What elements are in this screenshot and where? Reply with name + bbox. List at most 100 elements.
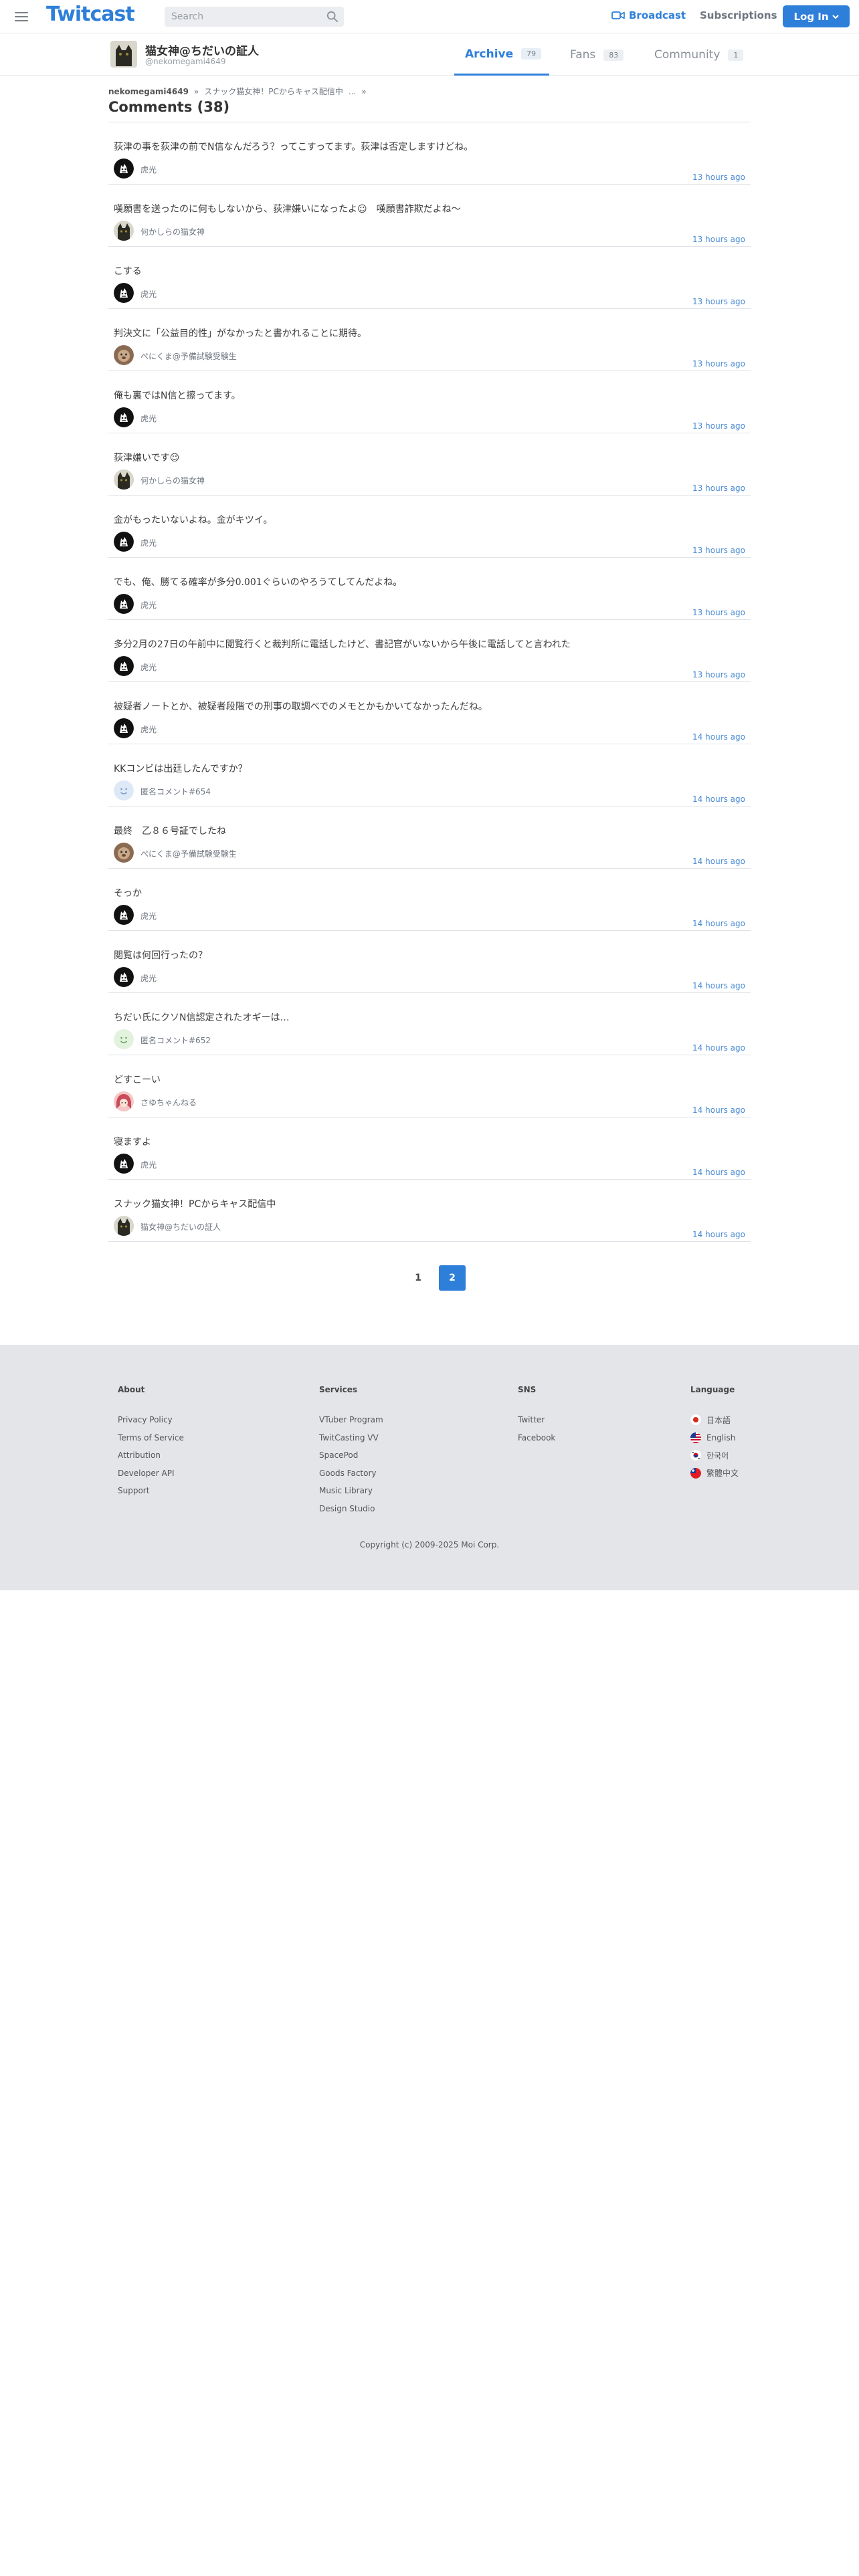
comment-username[interactable]: 何かしらの猫女神 bbox=[140, 475, 205, 486]
comment-username[interactable]: ぺにくま@予備試験受験生 bbox=[140, 848, 237, 859]
comment-timestamp[interactable]: 13 hours ago bbox=[692, 359, 745, 368]
tiger-icon[interactable] bbox=[114, 967, 134, 987]
footer-link-twitcasting-vv[interactable]: TwitCasting VV bbox=[319, 1429, 383, 1447]
tiger-icon[interactable] bbox=[114, 656, 134, 676]
footer-link-design-studio[interactable]: Design Studio bbox=[319, 1500, 383, 1518]
search-input[interactable] bbox=[171, 7, 318, 27]
comment-item: どすこーいさゆちゃんねる 14 hours ago bbox=[108, 1055, 751, 1117]
breadcrumb-user[interactable]: nekomegami4649 bbox=[108, 87, 189, 96]
comment-text: こする bbox=[114, 266, 142, 277]
language-option-japanese[interactable]: 日本語 bbox=[690, 1411, 739, 1429]
footer-link-terms[interactable]: Terms of Service bbox=[118, 1429, 184, 1447]
comment-username[interactable]: 猫女神@ちだいの証人 bbox=[140, 1221, 221, 1232]
broadcast-link[interactable]: Broadcast bbox=[611, 9, 686, 21]
subscriptions-link[interactable]: Subscriptions bbox=[700, 9, 777, 21]
comment-timestamp[interactable]: 14 hours ago bbox=[692, 919, 745, 928]
girl-icon[interactable] bbox=[114, 1091, 134, 1111]
comment-timestamp[interactable]: 14 hours ago bbox=[692, 1168, 745, 1177]
comment-timestamp[interactable]: 14 hours ago bbox=[692, 981, 745, 990]
footer-link-developer-api[interactable]: Developer API bbox=[118, 1465, 184, 1483]
comment-text: 金がもったいないよね。金がキツイ。 bbox=[114, 515, 273, 526]
cat-icon[interactable] bbox=[114, 221, 134, 241]
login-button[interactable]: Log In bbox=[783, 5, 850, 27]
cat-icon bbox=[110, 41, 137, 68]
footer-link-goods-factory[interactable]: Goods Factory bbox=[319, 1465, 383, 1483]
comment-timestamp[interactable]: 13 hours ago bbox=[692, 235, 745, 244]
profile-name[interactable]: 猫女神@ちだいの証人 bbox=[145, 41, 259, 58]
top-header: Twitcast Broadcast Subscriptions Log In bbox=[0, 0, 859, 33]
comment-timestamp[interactable]: 14 hours ago bbox=[692, 732, 745, 742]
tiger-icon[interactable] bbox=[114, 532, 134, 552]
video-camera-icon bbox=[611, 11, 625, 19]
comment-text: どすこーい bbox=[114, 1075, 161, 1085]
tiger-icon[interactable] bbox=[114, 283, 134, 303]
footer-link-vtuber[interactable]: VTuber Program bbox=[319, 1411, 383, 1429]
logo[interactable]: Twitcast bbox=[46, 3, 135, 26]
language-option-traditional-chinese[interactable]: 繁體中文 bbox=[690, 1465, 739, 1483]
cat-icon[interactable] bbox=[114, 469, 134, 490]
comment-username[interactable]: 匿名コメント#654 bbox=[140, 786, 211, 797]
cat-icon[interactable] bbox=[114, 1216, 134, 1236]
comment-timestamp[interactable]: 13 hours ago bbox=[692, 484, 745, 493]
comment-username[interactable]: 虎光 bbox=[140, 164, 157, 175]
footer-link-support[interactable]: Support bbox=[118, 1482, 184, 1500]
anon-icon[interactable] bbox=[114, 780, 134, 800]
tab-archive[interactable]: Archive 79 bbox=[454, 34, 549, 76]
language-option-korean[interactable]: 한국어 bbox=[690, 1446, 739, 1465]
page-button-1[interactable]: 1 bbox=[405, 1265, 432, 1291]
tab-community[interactable]: Community 1 bbox=[654, 34, 748, 76]
comment-username[interactable]: 虎光 bbox=[140, 972, 157, 984]
menu-icon[interactable] bbox=[13, 9, 29, 24]
comment-timestamp[interactable]: 14 hours ago bbox=[692, 794, 745, 804]
footer-link-privacy[interactable]: Privacy Policy bbox=[118, 1411, 184, 1429]
comment-username[interactable]: 虎光 bbox=[140, 661, 157, 673]
tiger-icon[interactable] bbox=[114, 594, 134, 614]
tiger-icon[interactable] bbox=[114, 158, 134, 179]
breadcrumb-movie[interactable]: スナック猫女神！PCからキャス配信中 bbox=[204, 86, 343, 97]
tiger-icon[interactable] bbox=[114, 718, 134, 738]
comment-username[interactable]: 虎光 bbox=[140, 537, 157, 548]
tiger-icon[interactable] bbox=[114, 1154, 134, 1174]
comment-username[interactable]: 虎光 bbox=[140, 413, 157, 424]
comment-username[interactable]: 虎光 bbox=[140, 599, 157, 611]
comment-username[interactable]: 虎光 bbox=[140, 724, 157, 735]
anon-green-icon[interactable] bbox=[114, 1029, 134, 1049]
language-option-english[interactable]: English bbox=[690, 1429, 739, 1447]
comment-timestamp[interactable]: 14 hours ago bbox=[692, 1043, 745, 1053]
comment-username[interactable]: 何かしらの猫女神 bbox=[140, 226, 205, 237]
comment-item: 判決文に「公益目的性」がなかったと書かれることに期待。 ぺにくま@予備試験受験生 1… bbox=[108, 309, 751, 371]
comment-username[interactable]: 虎光 bbox=[140, 1159, 157, 1170]
language-label: 日本語 bbox=[706, 1415, 731, 1425]
tiger-icon[interactable] bbox=[114, 407, 134, 427]
comment-username[interactable]: ぺにくま@予備試験受験生 bbox=[140, 350, 237, 362]
tab-count: 83 bbox=[603, 49, 624, 61]
comment-username[interactable]: 虎光 bbox=[140, 288, 157, 300]
bear-icon[interactable] bbox=[114, 345, 134, 365]
comment-timestamp[interactable]: 13 hours ago bbox=[692, 670, 745, 679]
comment-timestamp[interactable]: 13 hours ago bbox=[692, 421, 745, 431]
comment-timestamp[interactable]: 14 hours ago bbox=[692, 857, 745, 866]
footer-heading: Language bbox=[690, 1385, 735, 1394]
footer-link-music-library[interactable]: Music Library bbox=[319, 1482, 383, 1500]
comment-username[interactable]: 匿名コメント#652 bbox=[140, 1035, 211, 1046]
comment-username[interactable]: 虎光 bbox=[140, 910, 157, 922]
bear-icon[interactable] bbox=[114, 843, 134, 863]
page-title: Comments (38) bbox=[108, 99, 230, 115]
comment-username[interactable]: さゆちゃんねる bbox=[140, 1097, 197, 1108]
footer-link-attribution[interactable]: Attribution bbox=[118, 1446, 184, 1465]
comment-timestamp[interactable]: 13 hours ago bbox=[692, 173, 745, 182]
search-icon[interactable] bbox=[326, 11, 339, 23]
kr-flag-icon bbox=[690, 1450, 701, 1461]
footer-link-facebook[interactable]: Facebook bbox=[518, 1429, 555, 1447]
comment-timestamp[interactable]: 13 hours ago bbox=[692, 546, 745, 555]
tiger-icon[interactable] bbox=[114, 905, 134, 925]
comment-timestamp[interactable]: 14 hours ago bbox=[692, 1230, 745, 1239]
tab-fans[interactable]: Fans 83 bbox=[570, 34, 637, 76]
footer-link-twitter[interactable]: Twitter bbox=[518, 1411, 555, 1429]
page-button-2[interactable]: 2 bbox=[439, 1265, 466, 1291]
comment-timestamp[interactable]: 13 hours ago bbox=[692, 608, 745, 617]
comment-timestamp[interactable]: 14 hours ago bbox=[692, 1105, 745, 1115]
profile-avatar[interactable] bbox=[110, 41, 137, 68]
footer-link-spacepod[interactable]: SpacePod bbox=[319, 1446, 383, 1465]
comment-timestamp[interactable]: 13 hours ago bbox=[692, 297, 745, 306]
